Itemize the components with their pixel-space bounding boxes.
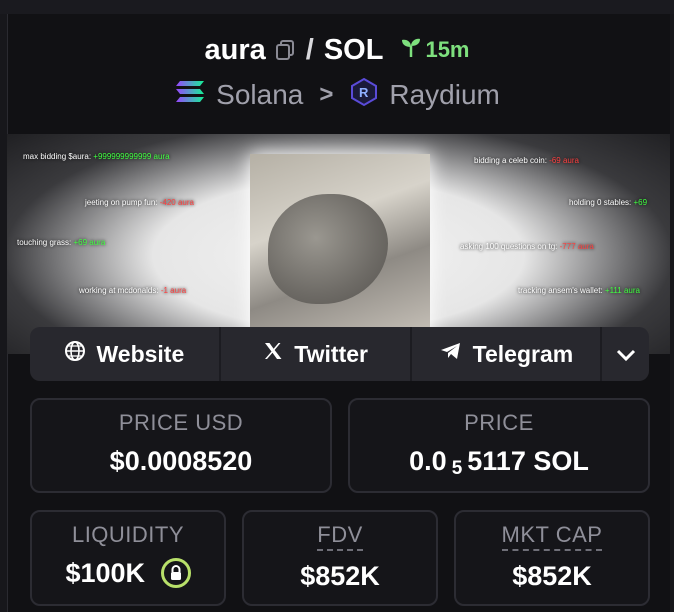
social-links-bar: Website Twitter Telegram: [30, 327, 649, 381]
twitter-button[interactable]: Twitter: [221, 327, 412, 381]
price-zero-count: 5: [451, 458, 463, 479]
token-symbol: aura: [204, 33, 266, 66]
liquidity-value-row: $100K: [65, 557, 191, 590]
telegram-icon: [439, 340, 463, 368]
liquidity-value: $100K: [65, 558, 146, 588]
x-logo-icon: [262, 340, 284, 368]
mktcap-card: MKT CAP $852K: [454, 510, 650, 606]
mktcap-value: $852K: [512, 561, 592, 591]
price-usd-label: PRICE USD: [118, 410, 244, 435]
banner-label: jeeting on pump fun: -420 aura: [85, 198, 194, 207]
price-usd-card: PRICE USD $0.0008520: [30, 398, 332, 493]
fdv-label[interactable]: FDV: [317, 522, 363, 551]
website-label: Website: [96, 340, 185, 367]
fdv-card: FDV $852K: [242, 510, 438, 606]
price-usd-value: $0.0008520: [109, 446, 253, 476]
banner-label: bidding a celeb coin: -69 aura: [474, 156, 579, 165]
chevron-down-icon: [615, 341, 637, 368]
liquidity-card: LIQUIDITY $100K: [30, 510, 226, 606]
cat-photo: [250, 154, 430, 349]
telegram-button[interactable]: Telegram: [412, 327, 603, 381]
chain-dex-row: Solana > R Raydium: [0, 76, 674, 114]
banner-label: holding 0 stables: +69: [569, 198, 648, 207]
age-value: 15m: [425, 37, 470, 62]
sprout-icon: [399, 35, 423, 65]
pair-separator: /: [305, 33, 314, 66]
cat-shape: [268, 194, 388, 304]
banner-label: asking 100 questions on tg: -777 aura: [460, 242, 594, 251]
quote-symbol: SOL: [323, 33, 384, 66]
fdv-value: $852K: [300, 561, 380, 591]
solana-logo-icon: [174, 79, 206, 112]
telegram-label: Telegram: [472, 340, 574, 367]
banner-label: tracking ansem's wallet: +111 aura: [518, 286, 640, 295]
price-native-value: 0.0 5 5117 SOL: [409, 446, 589, 479]
website-button[interactable]: Website: [30, 327, 221, 381]
top-strip: [0, 0, 674, 14]
token-pair-panel: aura / SOL 15m Solana > R Raydium max bi…: [0, 0, 674, 612]
more-links-button[interactable]: [602, 327, 649, 381]
banner-label: working at mcdonalds: -1 aura: [79, 286, 187, 295]
mktcap-label[interactable]: MKT CAP: [501, 522, 603, 551]
pair-age: 15m: [399, 35, 470, 65]
banner-label: touching grass: +69 aura: [17, 238, 106, 247]
liquidity-label: LIQUIDITY: [71, 522, 185, 547]
globe-icon: [64, 340, 86, 368]
banner-label: max bidding $aura: +999999999999 aura: [23, 152, 170, 161]
twitter-label: Twitter: [294, 340, 368, 367]
chevron-right-icon: >: [319, 81, 334, 108]
raydium-logo-icon: R: [349, 77, 379, 114]
token-banner-image: max bidding $aura: +999999999999 aura je…: [7, 134, 670, 354]
price-native-card: PRICE 0.0 5 5117 SOL: [348, 398, 650, 493]
lock-icon[interactable]: [160, 557, 191, 588]
chain-name[interactable]: Solana: [216, 79, 303, 111]
pair-title: aura / SOL 15m: [0, 30, 674, 70]
price-label: PRICE: [464, 410, 534, 435]
copy-icon[interactable]: [274, 39, 296, 61]
svg-text:R: R: [359, 85, 369, 100]
dex-name[interactable]: Raydium: [389, 79, 499, 111]
